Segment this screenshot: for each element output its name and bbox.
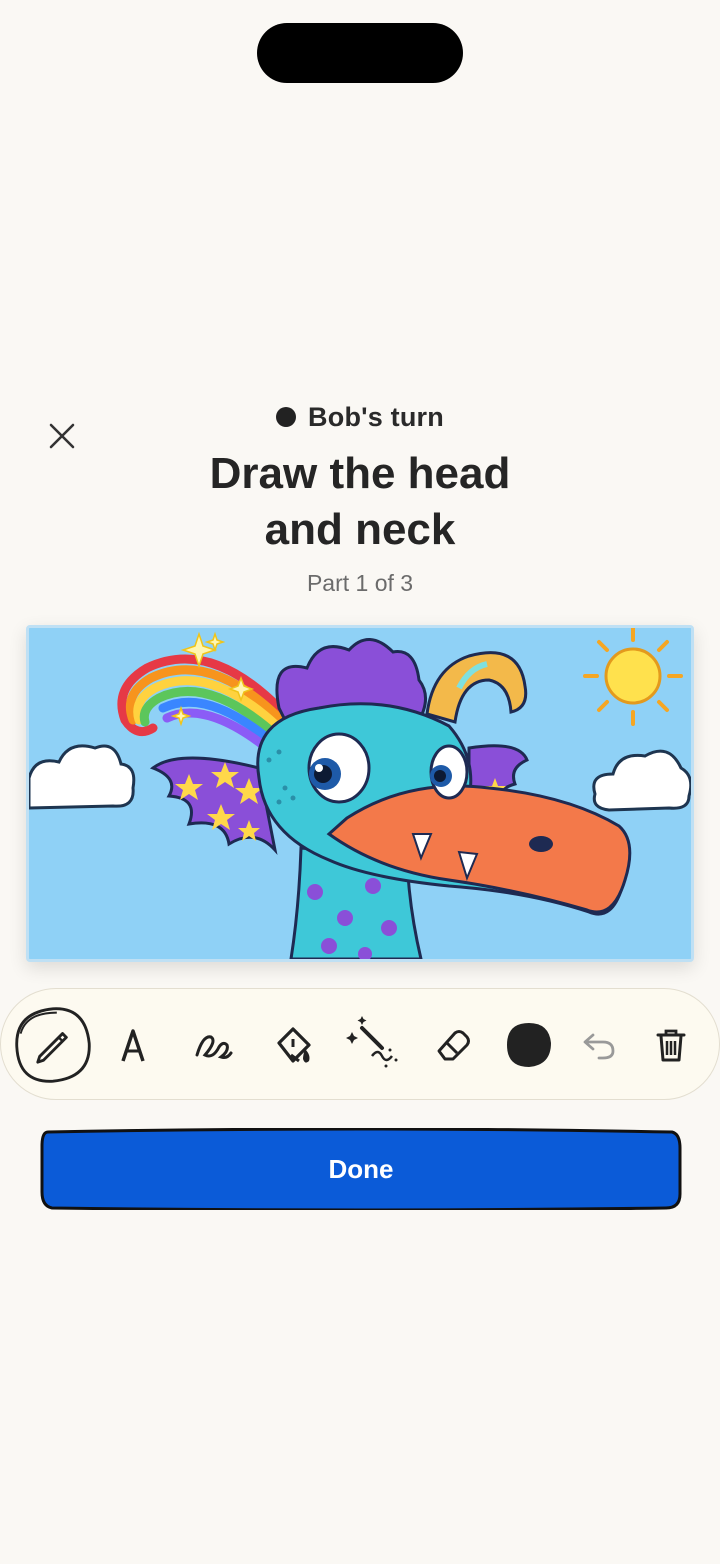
tool-pen[interactable]	[93, 1005, 173, 1085]
dot-icon	[276, 407, 297, 427]
drawing-toolbar	[0, 988, 720, 1100]
trash-icon	[656, 1029, 686, 1062]
part-label: Part 1 of 3	[306, 570, 414, 596]
done-label: Done	[328, 1153, 394, 1184]
paint-bucket-icon	[277, 1027, 311, 1063]
drawing-image	[29, 628, 691, 959]
squiggle-icon	[195, 1035, 233, 1059]
title-line-2: and neck	[264, 505, 456, 554]
tool-color[interactable]	[489, 1005, 569, 1085]
magic-wand-icon	[346, 1016, 398, 1068]
tool-clear[interactable]	[631, 1005, 711, 1085]
title-line-1: Draw the head	[209, 449, 511, 498]
tool-pencil[interactable]	[13, 1005, 93, 1085]
turn-label: Bob's turn	[308, 401, 444, 432]
tool-magic[interactable]	[333, 1005, 413, 1085]
eraser-icon	[437, 1030, 470, 1061]
undo-icon	[583, 1033, 615, 1060]
color-swatch-icon	[507, 1023, 551, 1067]
done-button[interactable]: Done	[40, 1128, 682, 1210]
page-title: Draw the head and neck	[0, 446, 720, 558]
tool-eraser[interactable]	[413, 1005, 493, 1085]
tool-fill[interactable]	[253, 1005, 333, 1085]
pen-nib-icon	[121, 1029, 145, 1062]
turn-indicator: Bob's turn	[0, 398, 720, 436]
tool-brush[interactable]	[173, 1005, 253, 1085]
camera-notch	[257, 23, 463, 83]
pencil-icon	[15, 1007, 91, 1083]
drawing-canvas[interactable]	[26, 625, 694, 962]
tool-undo[interactable]	[559, 1005, 639, 1085]
